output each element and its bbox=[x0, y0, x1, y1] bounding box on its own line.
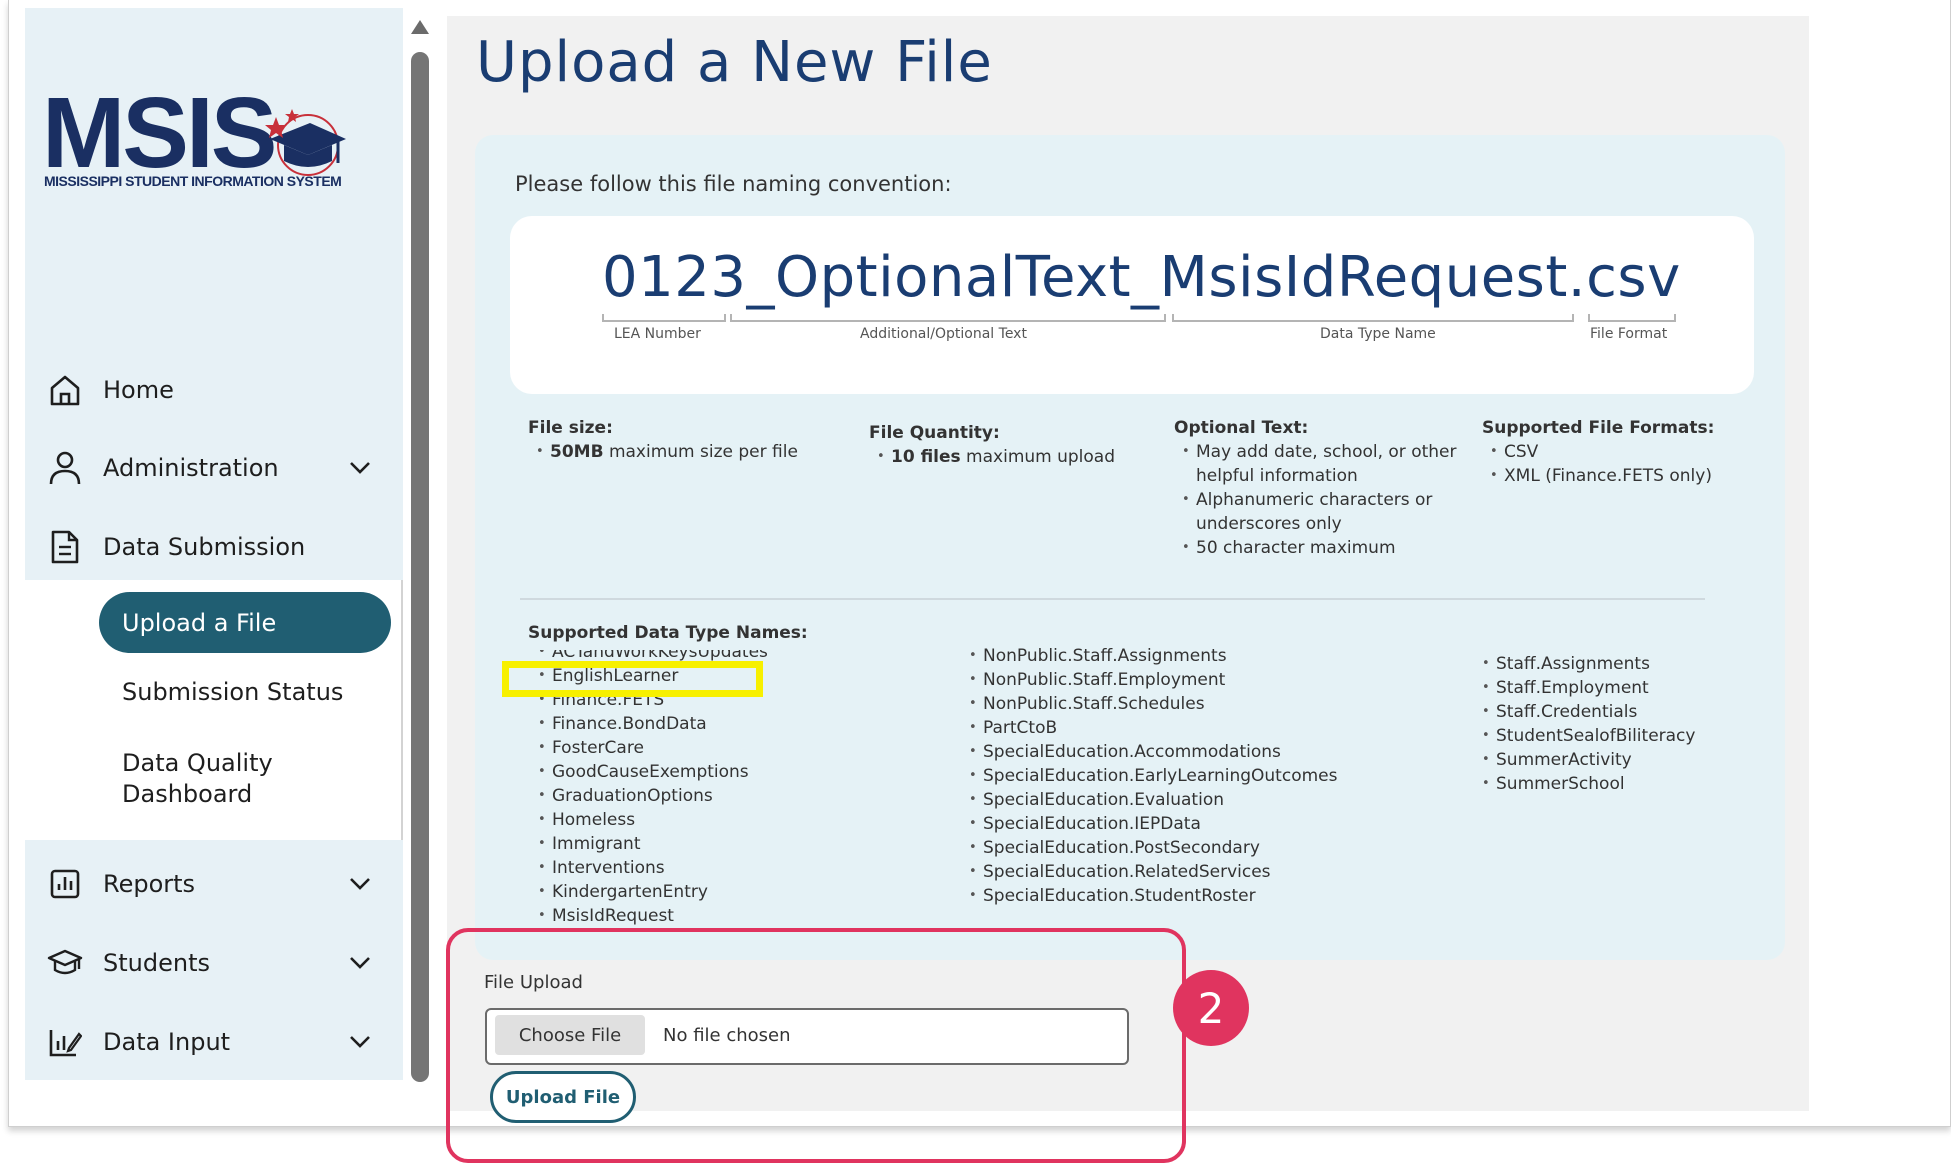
list-item: 10 files maximum upload bbox=[869, 445, 1115, 469]
bracket-format bbox=[1588, 314, 1676, 322]
list-item: StudentSealofBiliteracy bbox=[1478, 724, 1695, 748]
user-icon bbox=[45, 448, 85, 488]
chevron-down-icon[interactable] bbox=[345, 1027, 375, 1057]
sidebar-item-reports[interactable]: Reports bbox=[45, 864, 370, 904]
list-item-text: maximum upload bbox=[960, 447, 1116, 467]
scroll-up-arrow-icon[interactable] bbox=[411, 20, 429, 34]
list-item: SummerActivity bbox=[1478, 748, 1695, 772]
part-label-data-type: Data Type Name bbox=[1320, 326, 1436, 342]
chevron-down-icon[interactable] bbox=[345, 453, 375, 483]
sidebar-item-students[interactable]: Students bbox=[45, 943, 370, 983]
list-item: SpecialEducation.Evaluation bbox=[965, 788, 1337, 812]
list-item-text: maximum size per file bbox=[603, 442, 798, 462]
data-types-col3: Staff.Assignments Staff.Employment Staff… bbox=[1478, 652, 1695, 796]
sidebar-item-label: Administration bbox=[103, 454, 279, 482]
chevron-down-icon[interactable] bbox=[345, 869, 375, 899]
sidebar-subitem-upload-a-file[interactable]: Upload a File bbox=[99, 592, 391, 653]
graduation-cap-icon bbox=[45, 943, 85, 983]
file-size-list: 50MB maximum size per file bbox=[528, 440, 798, 464]
document-icon bbox=[45, 527, 85, 567]
list-item: PartCtoB bbox=[965, 716, 1337, 740]
bracket-data-type bbox=[1172, 314, 1574, 322]
bar-chart-icon bbox=[45, 864, 85, 904]
list-item: Immigrant bbox=[534, 832, 768, 856]
list-item-bold: 10 files bbox=[891, 447, 961, 467]
sidebar-subitem-submission-status[interactable]: Submission Status bbox=[122, 677, 343, 708]
naming-intro: Please follow this file naming conventio… bbox=[515, 172, 952, 196]
list-item: Alphanumeric characters or underscores o… bbox=[1174, 488, 1474, 536]
list-item: CSV bbox=[1482, 440, 1712, 464]
list-item: Staff.Employment bbox=[1478, 676, 1695, 700]
list-item: SummerSchool bbox=[1478, 772, 1695, 796]
page-title: Upload a New File bbox=[476, 30, 993, 95]
list-item: SpecialEducation.StudentRoster bbox=[965, 884, 1337, 908]
list-item: Homeless bbox=[534, 808, 768, 832]
optional-text-heading: Optional Text: bbox=[1174, 418, 1309, 438]
home-icon bbox=[45, 370, 85, 410]
scrollbar-thumb[interactable] bbox=[411, 52, 429, 1082]
sidebar-item-label: Home bbox=[103, 376, 174, 404]
list-item: Staff.Credentials bbox=[1478, 700, 1695, 724]
list-item: May add date, school, or other helpful i… bbox=[1174, 440, 1474, 488]
formats-list: CSV XML (Finance.FETS only) bbox=[1482, 440, 1712, 488]
naming-example: 0123_OptionalText_MsisIdRequest.csv bbox=[602, 245, 1681, 310]
list-item: SpecialEducation.RelatedServices bbox=[965, 860, 1337, 884]
sidebar-item-label: Data Input bbox=[103, 1028, 231, 1056]
list-item: 50 character maximum bbox=[1174, 536, 1474, 560]
list-item: Staff.Assignments bbox=[1478, 652, 1695, 676]
logo-subtitle: MISSISSIPPI STUDENT INFORMATION SYSTEM bbox=[44, 173, 342, 189]
list-item: GraduationOptions bbox=[534, 784, 768, 808]
list-item: MsisIdRequest bbox=[534, 904, 768, 927]
list-item: Interventions bbox=[534, 856, 768, 880]
bracket-lea bbox=[602, 314, 726, 322]
sidebar-item-home[interactable]: Home bbox=[45, 370, 174, 410]
data-input-icon bbox=[45, 1022, 85, 1062]
formats-heading: Supported File Formats: bbox=[1482, 418, 1715, 438]
logo-text: MSIS bbox=[42, 77, 277, 189]
sidebar-item-label: Data Submission bbox=[103, 533, 306, 561]
list-item: KindergartenEntry bbox=[534, 880, 768, 904]
msis-logo[interactable]: MSIS MISSISSIPPI STUDENT INFORMATION SYS… bbox=[42, 77, 346, 193]
part-label-optional: Additional/Optional Text bbox=[860, 326, 1027, 342]
list-item: GoodCauseExemptions bbox=[534, 760, 768, 784]
sidebar-item-label: Students bbox=[103, 949, 210, 977]
part-label-format: File Format bbox=[1590, 326, 1668, 342]
list-item-bold: 50MB bbox=[550, 442, 604, 462]
data-types-heading: Supported Data Type Names: bbox=[528, 623, 808, 643]
bracket-optional bbox=[730, 314, 1166, 322]
graduation-cap-logo-icon bbox=[265, 109, 346, 176]
list-item: SpecialEducation.PostSecondary bbox=[965, 836, 1337, 860]
list-item: FosterCare bbox=[534, 736, 768, 760]
list-item: NonPublic.Staff.Employment bbox=[965, 668, 1337, 692]
sidebar-item-administration[interactable]: Administration bbox=[45, 448, 370, 488]
annotation-callout-box bbox=[446, 928, 1186, 1163]
list-item: Finance.BondData bbox=[534, 712, 768, 736]
englishlearner-highlight bbox=[502, 661, 763, 697]
list-item: SpecialEducation.Accommodations bbox=[965, 740, 1337, 764]
file-quantity-list: 10 files maximum upload bbox=[869, 445, 1115, 469]
sidebar-subitem-data-quality-dashboard[interactable]: Data Quality Dashboard bbox=[122, 748, 322, 810]
file-size-heading: File size: bbox=[528, 418, 613, 438]
list-item: NonPublic.Staff.Assignments bbox=[965, 644, 1337, 668]
list-item: SpecialEducation.IEPData bbox=[965, 812, 1337, 836]
data-types-col2: NonPublic.Staff.Assignments NonPublic.St… bbox=[965, 644, 1337, 908]
list-item: 50MB maximum size per file bbox=[528, 440, 798, 464]
section-divider bbox=[520, 598, 1705, 600]
sidebar-item-label: Reports bbox=[103, 870, 196, 898]
optional-text-list: May add date, school, or other helpful i… bbox=[1174, 440, 1474, 560]
chevron-down-icon[interactable] bbox=[345, 948, 375, 978]
step-badge: 2 bbox=[1173, 970, 1249, 1046]
file-quantity-heading: File Quantity: bbox=[869, 423, 1000, 443]
sidebar-item-data-input[interactable]: Data Input bbox=[45, 1022, 370, 1062]
sidebar-item-data-submission[interactable]: Data Submission bbox=[45, 527, 305, 567]
list-item: NonPublic.Staff.Schedules bbox=[965, 692, 1337, 716]
part-label-lea: LEA Number bbox=[614, 326, 701, 342]
list-item: SpecialEducation.EarlyLearningOutcomes bbox=[965, 764, 1337, 788]
list-item: XML (Finance.FETS only) bbox=[1482, 464, 1712, 488]
